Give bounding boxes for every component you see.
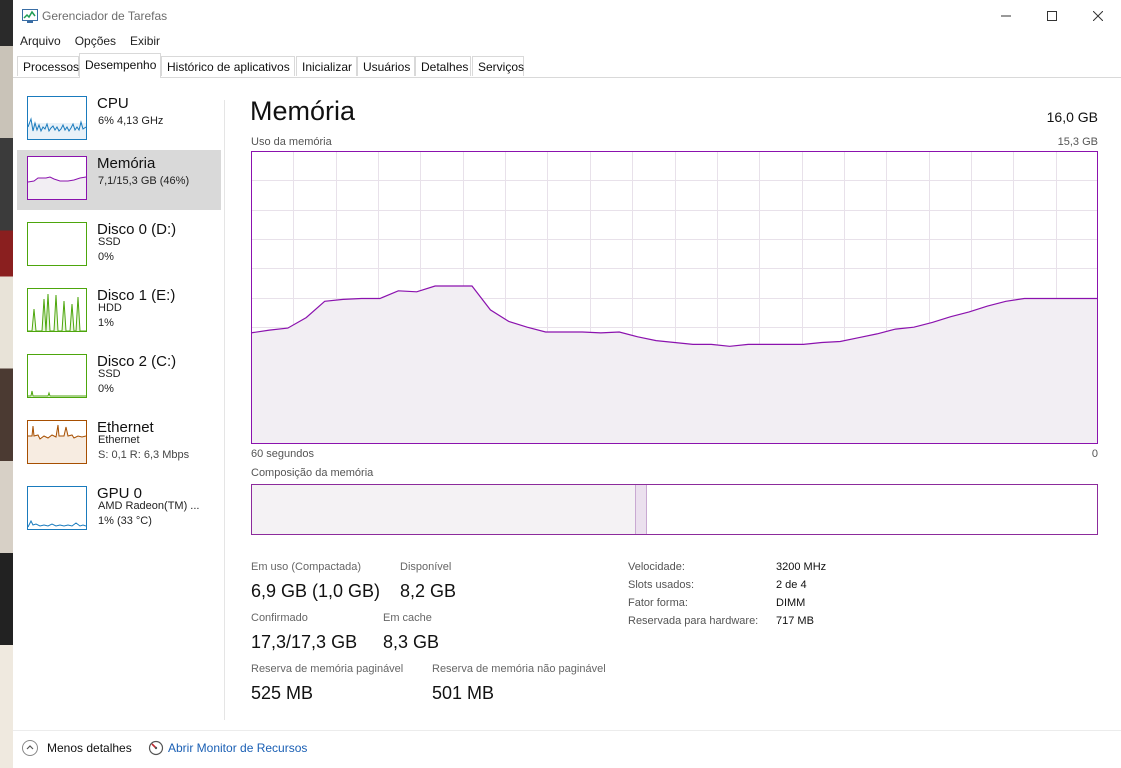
- panel-divider: [224, 100, 225, 720]
- usage-graph-max: 15,3 GB: [1057, 136, 1098, 148]
- performance-sidebar: CPU 6% 4,13 GHz Memória 7,1/15,3 GB (46%…: [13, 78, 225, 718]
- sidebar-item-disco-0[interactable]: Disco 0 (D:) SSD 0%: [17, 216, 221, 276]
- graph-time-end: 0: [1091, 448, 1098, 460]
- graph-time-start: 60 segundos: [251, 448, 314, 460]
- tab-desempenho[interactable]: Desempenho: [79, 53, 161, 78]
- sidebar-item-cpu[interactable]: CPU 6% 4,13 GHz: [17, 90, 221, 150]
- hardware-reserved-label: Reservada para hardware:: [628, 615, 759, 627]
- sidebar-item-type: HDD: [98, 302, 122, 314]
- nonpaged-pool-value: 501 MB: [432, 683, 495, 703]
- tab-inicializar[interactable]: Inicializar: [296, 56, 357, 76]
- sidebar-item-type: SSD: [98, 236, 121, 248]
- menu-bar: Arquivo Opções Exibir: [13, 32, 167, 52]
- ethernet-thumbnail-graph: [27, 420, 87, 464]
- sidebar-item-gpu-0[interactable]: GPU 0 AMD Radeon(TM) ... 1% (33 °C): [17, 480, 221, 540]
- footer-divider: [13, 730, 1121, 731]
- window-title: Gerenciador de Tarefas: [42, 9, 168, 23]
- in-use-value: 6,9 GB (1,0 GB): [251, 581, 381, 601]
- maximize-icon: [1047, 11, 1057, 21]
- sidebar-item-detail: 1% (33 °C): [98, 515, 152, 527]
- memory-usage-area: [251, 286, 1098, 444]
- sidebar-item-memoria[interactable]: Memória 7,1/15,3 GB (46%): [17, 150, 221, 210]
- resource-monitor-icon[interactable]: [148, 740, 164, 756]
- cached-value: 8,3 GB: [383, 632, 440, 652]
- footer-bar: Menos detalhes Abrir Monitor de Recursos: [13, 730, 1121, 768]
- task-manager-icon: [22, 9, 38, 23]
- slots-value: 2 de 4: [776, 579, 807, 591]
- maximize-button[interactable]: [1029, 0, 1075, 32]
- sidebar-item-label: Memória: [97, 155, 156, 172]
- tab-detalhes[interactable]: Detalhes: [415, 56, 471, 76]
- open-resource-monitor-link[interactable]: Abrir Monitor de Recursos: [168, 741, 307, 755]
- close-icon: [1093, 11, 1103, 21]
- sidebar-item-detail: 0%: [98, 383, 114, 395]
- sidebar-item-type: Ethernet: [98, 434, 140, 446]
- gpu-thumbnail-graph: [27, 486, 87, 530]
- sidebar-item-type: SSD: [98, 368, 121, 380]
- fewer-details-button[interactable]: Menos detalhes: [47, 741, 132, 755]
- close-button[interactable]: [1075, 0, 1121, 32]
- page-title: Memória: [250, 96, 356, 126]
- sidebar-item-type: AMD Radeon(TM) ...: [98, 500, 200, 512]
- cached-label: Em cache: [383, 612, 432, 624]
- tab-usuarios[interactable]: Usuários: [357, 56, 415, 76]
- sidebar-item-detail: S: 0,1 R: 6,3 Mbps: [98, 449, 190, 461]
- composition-modified: [636, 485, 647, 534]
- sidebar-item-ethernet[interactable]: Ethernet Ethernet S: 0,1 R: 6,3 Mbps: [17, 414, 221, 474]
- hardware-reserved-value: 717 MB: [776, 615, 814, 627]
- form-factor-value: DIMM: [776, 597, 806, 609]
- in-use-label: Em uso (Compactada): [251, 561, 362, 573]
- sidebar-item-disco-1[interactable]: Disco 1 (E:) HDD 1%: [17, 282, 221, 342]
- paged-pool-value: 525 MB: [251, 683, 314, 703]
- disk0-thumbnail-graph: [27, 222, 87, 266]
- memory-usage-graph: [251, 151, 1098, 444]
- composition-in-use: [252, 485, 636, 534]
- total-memory: 16,0 GB: [1046, 109, 1098, 125]
- chevron-up-icon[interactable]: [22, 740, 38, 756]
- desktop-background: [0, 0, 13, 768]
- sidebar-item-disco-2[interactable]: Disco 2 (C:) SSD 0%: [17, 348, 221, 408]
- tab-processos[interactable]: Processos: [17, 56, 79, 76]
- sidebar-item-label: CPU: [97, 95, 129, 112]
- committed-value: 17,3/17,3 GB: [251, 632, 358, 652]
- available-label: Disponível: [400, 561, 452, 573]
- title-bar[interactable]: Gerenciador de Tarefas: [13, 0, 1121, 32]
- nonpaged-pool-label: Reserva de memória não paginável: [432, 663, 606, 675]
- sidebar-item-detail: 6% 4,13 GHz: [98, 115, 164, 127]
- speed-value: 3200 MHz: [776, 561, 827, 573]
- tab-servicos[interactable]: Serviços: [472, 56, 524, 76]
- sidebar-item-detail: 1%: [98, 317, 114, 329]
- available-value: 8,2 GB: [400, 581, 457, 601]
- paged-pool-label: Reserva de memória paginável: [251, 663, 404, 675]
- sidebar-item-detail: 7,1/15,3 GB (46%): [98, 175, 190, 187]
- usage-graph-label: Uso da memória: [251, 136, 332, 148]
- composition-label: Composição da memória: [251, 467, 374, 479]
- memory-thumbnail-graph: [27, 156, 87, 200]
- memory-composition-bar[interactable]: [251, 484, 1098, 535]
- tab-historico[interactable]: Histórico de aplicativos: [161, 56, 295, 76]
- menu-exibir[interactable]: Exibir: [123, 32, 167, 52]
- task-manager-window: Gerenciador de Tarefas Arquivo Opções Ex…: [13, 0, 1121, 768]
- slots-label: Slots usados:: [628, 579, 695, 591]
- disk2-thumbnail-graph: [27, 354, 87, 398]
- minimize-button[interactable]: [983, 0, 1029, 32]
- committed-label: Confirmado: [251, 612, 308, 624]
- cpu-thumbnail-graph: [27, 96, 87, 140]
- menu-opcoes[interactable]: Opções: [68, 32, 123, 52]
- speed-label: Velocidade:: [628, 561, 685, 573]
- minimize-icon: [1001, 15, 1011, 17]
- menu-arquivo[interactable]: Arquivo: [13, 32, 68, 52]
- sidebar-item-detail: 0%: [98, 251, 114, 263]
- disk1-thumbnail-graph: [27, 288, 87, 332]
- form-factor-label: Fator forma:: [628, 597, 688, 609]
- tab-bar: Processos Desempenho Histórico de aplica…: [13, 53, 1121, 78]
